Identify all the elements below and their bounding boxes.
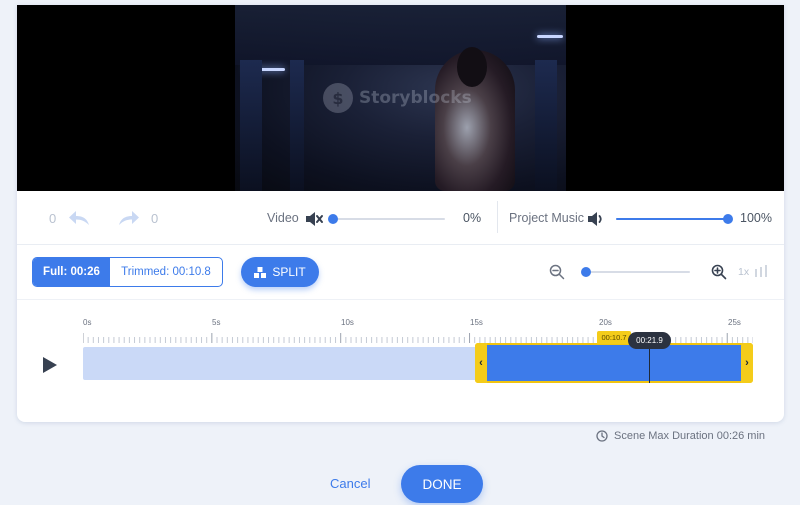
divider [497, 201, 498, 233]
speed-label[interactable]: 1x [738, 266, 749, 278]
scene-pillar [535, 60, 557, 191]
tick-label: 15s [470, 318, 483, 327]
tick-label: 20s [599, 318, 612, 327]
scene-ceiling [235, 5, 566, 65]
split-icon [254, 266, 267, 278]
clock-icon [596, 430, 608, 442]
video-frame: $ Storyblocks [235, 5, 566, 191]
speed-bars-icon[interactable] [754, 265, 768, 279]
watermark-logo-icon: $ [323, 83, 353, 113]
split-button[interactable]: SPLIT [241, 257, 319, 287]
duration-toggle: Full: 00:26 Trimmed: 00:10.8 [32, 257, 223, 287]
speaker-muted-icon[interactable] [304, 209, 324, 229]
full-duration-tab[interactable]: Full: 00:26 [33, 258, 110, 286]
timeline-toolbar: Full: 00:26 Trimmed: 00:10.8 SPLIT 1x [17, 245, 784, 300]
audio-controls-row: 0 0 Video 0% Project Music 100% [17, 191, 784, 245]
music-volume-percent: 100% [740, 211, 772, 225]
speaker-icon[interactable] [586, 209, 606, 229]
trim-end-handle[interactable]: › [741, 343, 753, 383]
scene-max-text: Scene Max Duration 00:26 min [614, 430, 766, 442]
undo-count: 0 [49, 211, 57, 226]
video-volume-knob[interactable] [328, 214, 338, 224]
timeline: 0s 5s 10s 15s 20s 25s ‹ › 00:10.7 00:21.… [17, 301, 784, 422]
scene-figure-head [457, 47, 487, 87]
trimmed-clip-selection[interactable] [475, 343, 753, 383]
scene-pillar [240, 60, 262, 191]
scene-light [537, 35, 563, 38]
watermark: $ Storyblocks [323, 83, 472, 113]
video-volume-percent: 0% [463, 211, 482, 225]
zoom-out-icon[interactable] [549, 264, 565, 280]
music-volume-knob[interactable] [723, 214, 733, 224]
zoom-knob[interactable] [581, 267, 591, 277]
tick-label: 25s [728, 318, 741, 327]
video-preview[interactable]: $ Storyblocks [17, 5, 784, 191]
watermark-text: Storyblocks [359, 88, 472, 108]
editor-card: $ Storyblocks 0 0 Video 0% Project Music [17, 5, 784, 422]
scene-pillar [290, 60, 304, 191]
video-volume-slider[interactable] [332, 218, 445, 220]
scene-max-duration: Scene Max Duration 00:26 min [596, 430, 765, 442]
cancel-button[interactable]: Cancel [330, 476, 370, 491]
redo-count: 0 [151, 211, 159, 226]
redo-icon[interactable] [115, 205, 141, 231]
tick-label: 5s [212, 318, 221, 327]
zoom-slider[interactable] [582, 271, 690, 273]
tick-label: 0s [83, 318, 92, 327]
tick-label: 10s [341, 318, 354, 327]
trimmed-duration-tab[interactable]: Trimmed: 00:10.8 [110, 258, 222, 286]
playhead-time[interactable]: 00:21.9 [628, 332, 671, 349]
done-button[interactable]: DONE [401, 465, 483, 503]
music-volume-fill [616, 218, 729, 220]
play-icon[interactable] [42, 356, 58, 374]
zoom-in-icon[interactable] [711, 264, 727, 280]
music-volume-label: Project Music [509, 211, 585, 225]
undo-icon[interactable] [67, 205, 93, 231]
trim-start-handle[interactable]: ‹ [475, 343, 487, 383]
split-label: SPLIT [272, 265, 306, 279]
video-volume-label: Video [267, 211, 299, 225]
trim-start-label: 00:10.7 [597, 331, 631, 344]
